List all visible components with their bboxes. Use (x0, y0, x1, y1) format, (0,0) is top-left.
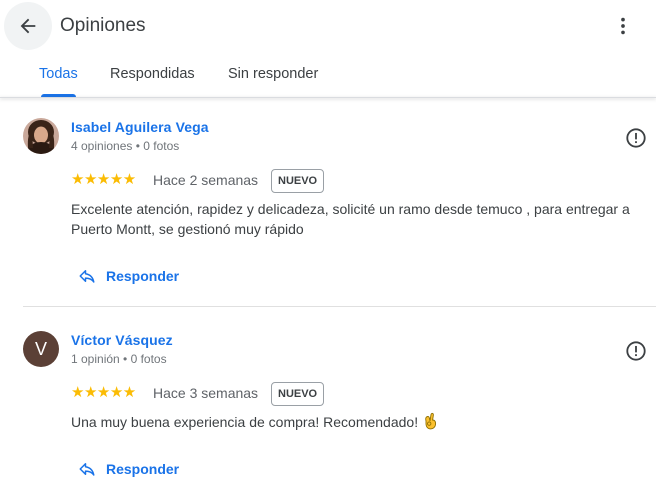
report-icon (626, 341, 646, 361)
star-rating: ★★★★★ (71, 384, 136, 401)
reviewer-meta: 4 opiniones • 0 fotos (71, 139, 180, 153)
avatar-photo (23, 118, 59, 154)
tab-sin-responder[interactable]: Sin responder (228, 66, 318, 82)
more-options-button[interactable] (604, 6, 642, 46)
avatar[interactable]: V (23, 331, 59, 367)
tab-respondidas[interactable]: Respondidas (110, 66, 195, 82)
reviewer-meta: 1 opinión • 0 fotos (71, 352, 167, 366)
tab-todas[interactable]: Todas (39, 66, 78, 82)
review-time: Hace 2 semanas (153, 172, 259, 188)
arrow-back-icon (20, 18, 36, 34)
reply-icon (79, 463, 95, 476)
header-divider (0, 97, 656, 98)
new-badge: NUEVO (271, 382, 325, 406)
reply-button[interactable]: Responder (78, 264, 179, 288)
reply-button-label: Responder (106, 268, 180, 284)
review-text: Excelente atención, rapidez y delicadeza… (71, 201, 630, 237)
review-text: Una muy buena experiencia de compra! Rec… (71, 414, 419, 430)
reply-button[interactable]: Responder (78, 457, 179, 480)
reply-icon (79, 270, 95, 283)
star-rating: ★★★★★ (71, 171, 136, 188)
reviewer-name[interactable]: Isabel Aguilera Vega (71, 119, 209, 135)
reply-button-label: Responder (106, 461, 180, 477)
ok-hand-emoji-icon (425, 412, 437, 430)
review-time: Hace 3 semanas (153, 385, 259, 401)
avatar[interactable] (23, 118, 59, 154)
back-button[interactable] (4, 2, 52, 50)
report-button[interactable] (623, 125, 649, 151)
review-divider (23, 306, 656, 307)
report-button[interactable] (623, 338, 649, 364)
page-title: Opiniones (60, 15, 146, 36)
new-badge: NUEVO (271, 169, 325, 193)
review-filter-tabs: Todas Respondidas Sin responder (0, 52, 656, 98)
more-vert-icon (621, 17, 625, 35)
app-header: Opiniones (0, 0, 656, 52)
report-icon (626, 128, 646, 148)
reviewer-name[interactable]: Víctor Vásquez (71, 332, 173, 348)
review-text-container: Una muy buena experiencia de compra! Rec… (71, 412, 646, 432)
